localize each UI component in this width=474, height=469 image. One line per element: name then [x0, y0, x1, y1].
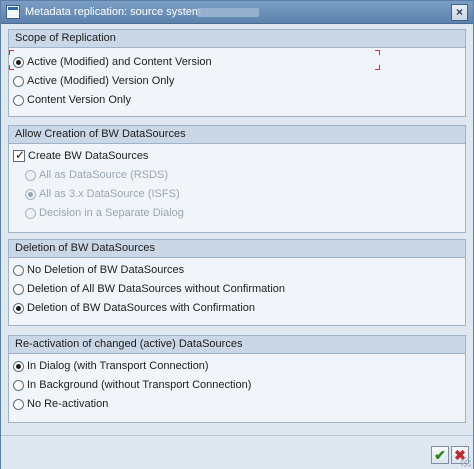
radio-label: In Background (without Transport Connect… [27, 379, 252, 391]
radio-button [25, 207, 36, 219]
radio-label: Deletion of BW DataSources with Confirma… [27, 302, 256, 314]
group-title: Allow Creation of BW DataSources [9, 126, 465, 144]
radio-delete-with-confirmation[interactable]: Deletion of BW DataSources with Confirma… [13, 300, 255, 316]
radio-button[interactable] [13, 379, 24, 391]
radio-label: All as DataSource (RSDS) [39, 169, 168, 181]
radio-active-version-only[interactable]: Active (Modified) Version Only [13, 73, 174, 89]
confirm-checkmark-icon[interactable]: ✔ [431, 446, 449, 464]
radio-label: Active (Modified) Version Only [27, 75, 175, 87]
focus-corner-br [375, 65, 380, 70]
radio-all-as-rsds: All as DataSource (RSDS) [25, 167, 168, 183]
checkbox-create-bw-datasources[interactable]: Create BW DataSources [13, 148, 148, 164]
radio-button [25, 169, 36, 181]
radio-label: All as 3.x DataSource (ISFS) [39, 188, 180, 200]
radio-in-background[interactable]: In Background (without Transport Connect… [13, 377, 251, 393]
radio-label: Decision in a Separate Dialog [39, 207, 184, 219]
redacted-system-name [197, 8, 259, 17]
group-deletion: Deletion of BW DataSources No Deletion o… [8, 239, 466, 326]
radio-button[interactable] [13, 56, 24, 68]
focus-corner-tr [375, 50, 380, 55]
group-title: Scope of Replication [9, 30, 465, 48]
radio-all-as-isfs: All as 3.x DataSource (ISFS) [25, 186, 180, 202]
radio-button[interactable] [13, 75, 24, 87]
checkbox-label: Create BW DataSources [28, 150, 149, 162]
radio-decision-separate-dialog: Decision in a Separate Dialog [25, 205, 184, 221]
radio-label: No Deletion of BW DataSources [27, 264, 185, 276]
close-button[interactable]: × [451, 4, 468, 21]
title-bar[interactable]: Metadata replication: source system × [1, 1, 473, 24]
radio-button[interactable] [13, 94, 24, 106]
radio-label: In Dialog (with Transport Connection) [27, 360, 209, 372]
group-reactivation: Re-activation of changed (active) DataSo… [8, 335, 466, 423]
dialog-footer: ✔ ✖ [1, 435, 473, 469]
dialog-window: Metadata replication: source system × Sc… [0, 0, 474, 469]
radio-label: Content Version Only [27, 94, 131, 106]
radio-button[interactable] [13, 264, 24, 276]
radio-content-version-only[interactable]: Content Version Only [13, 92, 131, 108]
radio-label: No Re-activation [27, 398, 109, 410]
radio-button[interactable] [13, 302, 24, 314]
radio-label: Active (Modified) and Content Version [27, 56, 212, 68]
group-title: Deletion of BW DataSources [9, 240, 465, 258]
checkbox[interactable] [13, 148, 25, 162]
window-title: Metadata replication: source system [25, 6, 202, 18]
radio-in-dialog[interactable]: In Dialog (with Transport Connection) [13, 358, 209, 374]
radio-button[interactable] [13, 398, 24, 410]
window-icon [6, 5, 20, 19]
radio-no-reactivation[interactable]: No Re-activation [13, 396, 108, 412]
group-scope-of-replication: Scope of Replication Active (Modified) a… [8, 29, 466, 117]
radio-no-deletion[interactable]: No Deletion of BW DataSources [13, 262, 184, 278]
group-title: Re-activation of changed (active) DataSo… [9, 336, 465, 354]
resize-grip-icon[interactable] [461, 457, 471, 467]
group-allow-creation: Allow Creation of BW DataSources Create … [8, 125, 466, 233]
radio-label: Deletion of All BW DataSources without C… [27, 283, 286, 295]
dialog-content: Scope of Replication Active (Modified) a… [1, 25, 473, 435]
radio-button[interactable] [13, 283, 24, 295]
radio-delete-without-confirmation[interactable]: Deletion of All BW DataSources without C… [13, 281, 285, 297]
radio-active-and-content-version[interactable]: Active (Modified) and Content Version [13, 54, 212, 70]
radio-button [25, 188, 36, 200]
radio-button[interactable] [13, 360, 24, 372]
